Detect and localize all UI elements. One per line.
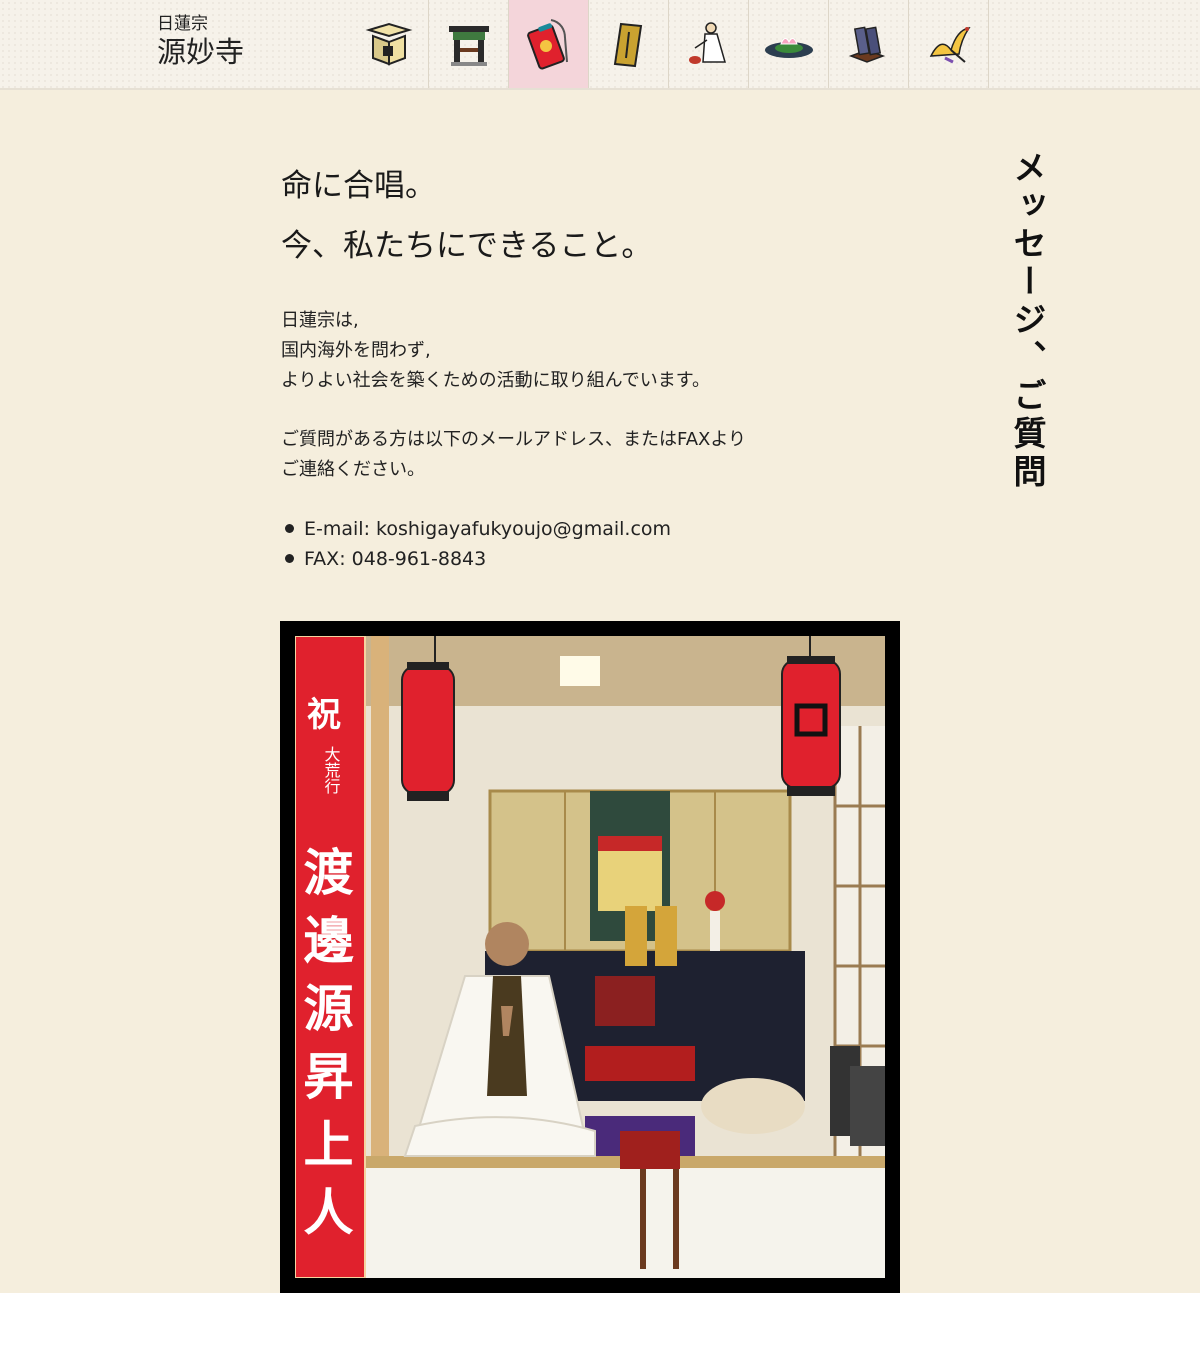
logo-subtitle: 日蓮宗	[157, 14, 208, 34]
bullet-icon	[285, 524, 294, 533]
page-footer-space	[0, 1293, 1200, 1366]
lotus-icon	[764, 38, 813, 58]
site-header: 日蓮宗 源妙寺	[0, 0, 1200, 90]
nav-item-temple[interactable]	[349, 0, 429, 88]
altar-photo-illustration: 祝 大荒行 渡邊源昇上人	[295, 636, 885, 1278]
contact-intro-line-1: ご質問がある方は以下のメールアドレス、またはFAXより	[281, 429, 746, 450]
headline-line-2: 今、私たちにできること。	[281, 228, 653, 264]
intro-paragraph: 日蓮宗は, 国内海外を問わず, よりよい社会を築くための活動に取り組んでいます。	[281, 306, 710, 396]
intro-line-3: よりよい社会を築くための活動に取り組んでいます。	[281, 370, 710, 391]
banner-name-text: 渡邊源昇上人	[296, 846, 355, 1254]
contact-list: E-mail: koshigayafukyoujo@gmail.com FAX:…	[285, 514, 671, 574]
nav-item-tablet[interactable]	[589, 0, 669, 88]
page-headline: 命に合唱。 今、私たちにできること。	[281, 156, 652, 276]
main-nav	[349, 0, 989, 88]
nav-item-gate[interactable]	[429, 0, 509, 88]
books-icon	[848, 26, 885, 63]
headline-line-1: 命に合唱。	[281, 168, 436, 204]
omamori-charm-icon	[526, 19, 568, 70]
site-logo[interactable]: 日蓮宗 源妙寺	[157, 14, 244, 70]
nav-item-lotus[interactable]	[749, 0, 829, 88]
contact-intro-line-2: ご連絡ください。	[281, 459, 425, 480]
gate-icon	[448, 26, 489, 66]
temple-box-icon	[365, 22, 412, 66]
crane-icon	[929, 26, 971, 64]
contact-fax-text: FAX: 048-961-8843	[304, 548, 487, 570]
section-title-vertical: メッセージ、ご質問	[1008, 150, 1047, 492]
nav-item-crane[interactable]	[909, 0, 989, 88]
contact-email[interactable]: E-mail: koshigayafukyoujo@gmail.com	[285, 514, 671, 544]
logo-title: 源妙寺	[157, 35, 245, 69]
monk-icon	[688, 22, 726, 64]
banner-small-text: 大荒行	[322, 746, 341, 795]
contact-email-text: E-mail: koshigayafukyoujo@gmail.com	[304, 518, 672, 540]
temple-photo: 祝 大荒行 渡邊源昇上人	[280, 621, 900, 1293]
banner-top-text: 祝	[307, 695, 341, 735]
nav-item-monk[interactable]	[669, 0, 749, 88]
nav-item-books[interactable]	[829, 0, 909, 88]
intro-line-1: 日蓮宗は,	[281, 310, 359, 331]
intro-line-2: 国内海外を問わず,	[281, 340, 431, 361]
contact-intro-paragraph: ご質問がある方は以下のメールアドレス、またはFAXより ご連絡ください。	[281, 425, 746, 485]
nav-item-omamori[interactable]	[509, 0, 589, 88]
bullet-icon	[285, 554, 294, 563]
wooden-tablet-icon	[613, 22, 642, 68]
contact-fax: FAX: 048-961-8843	[285, 544, 671, 574]
